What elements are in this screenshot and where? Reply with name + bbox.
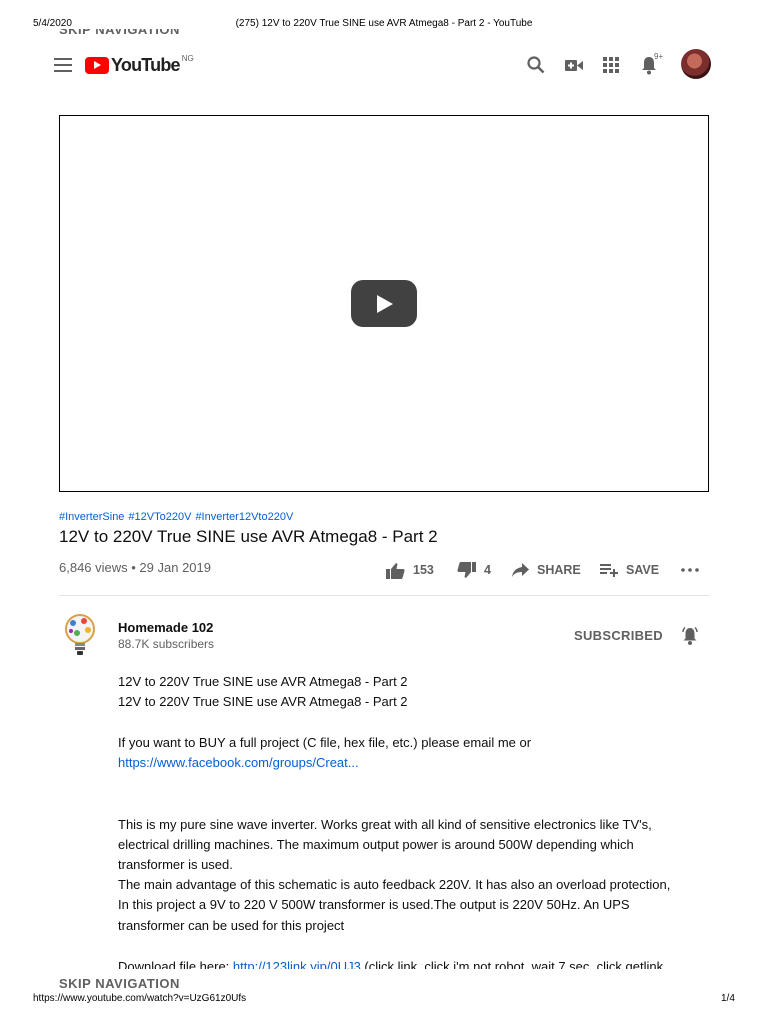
- description-line: The main advantage of this schematic is …: [118, 877, 671, 892]
- country-code: NG: [181, 53, 194, 63]
- description-line: electrical drilling machines. The maximu…: [118, 837, 634, 852]
- dislike-count: 4: [484, 563, 491, 577]
- share-button[interactable]: SHARE: [512, 560, 581, 580]
- description-buy-text: If you want to BUY a full project (C fil…: [118, 735, 532, 750]
- view-count-date: 6,846 views • 29 Jan 2019: [59, 560, 211, 575]
- subscriber-count: 88.7K subscribers: [118, 637, 215, 651]
- description-line: transformer can be used for this project: [118, 918, 345, 933]
- share-label: SHARE: [537, 563, 581, 577]
- save-button[interactable]: SAVE: [600, 560, 659, 580]
- like-button[interactable]: 153: [386, 560, 434, 580]
- skip-navigation-top: SKIP NAVIGATION: [59, 29, 180, 37]
- dislike-button[interactable]: 4: [457, 560, 491, 580]
- youtube-logo[interactable]: YouTube NG: [85, 54, 194, 76]
- hashtag-link[interactable]: #Inverter12Vto220V: [195, 511, 293, 523]
- more-actions-icon[interactable]: [681, 560, 699, 580]
- channel-avatar[interactable]: [60, 612, 100, 658]
- description-line: In this project a 9V to 220 V 500W trans…: [118, 897, 630, 912]
- notification-count: 9+: [654, 52, 664, 61]
- apps-icon[interactable]: [600, 54, 622, 76]
- skip-navigation-bottom[interactable]: SKIP NAVIGATION: [59, 976, 180, 988]
- print-url: https://www.youtube.com/watch?v=UzG61z0U…: [33, 993, 247, 1004]
- like-count: 153: [413, 563, 434, 577]
- print-page-number: 1/4: [721, 993, 735, 1004]
- hashtag-link[interactable]: #12VTo220V: [128, 511, 191, 523]
- search-icon[interactable]: [525, 54, 547, 76]
- video-title: 12V to 220V True SINE use AVR Atmega8 - …: [59, 527, 438, 546]
- play-button-icon[interactable]: [351, 280, 417, 327]
- description-line: 12V to 220V True SINE use AVR Atmega8 - …: [118, 674, 408, 689]
- channel-name[interactable]: Homemade 102: [118, 620, 213, 635]
- youtube-play-logo-icon: [85, 56, 109, 74]
- thumbs-up-icon: [386, 562, 405, 579]
- share-arrow-icon: [512, 563, 529, 577]
- description-line: This is my pure sine wave inverter. Work…: [118, 817, 652, 832]
- description-line: transformer is used.: [118, 857, 233, 872]
- download-line: Download file here: http://123link.vip/0…: [118, 957, 718, 969]
- download-suffix: (click link, click i'm not robot, wait 7…: [360, 959, 664, 969]
- hashtags: #InverterSine #12VTo220V #Inverter12Vto220…: [59, 511, 297, 523]
- notification-bell-ringing-icon[interactable]: [679, 625, 701, 647]
- hashtag-link[interactable]: #InverterSine: [59, 511, 124, 523]
- divider: [59, 595, 710, 596]
- create-video-icon[interactable]: [563, 54, 585, 76]
- description-line: 12V to 220V True SINE use AVR Atmega8 - …: [118, 694, 408, 709]
- menu-icon[interactable]: [52, 54, 74, 76]
- thumbs-down-icon: [457, 561, 476, 578]
- download-prefix: Download file here:: [118, 959, 233, 969]
- print-doc-title: (275) 12V to 220V True SINE use AVR Atme…: [235, 18, 533, 29]
- playlist-add-icon: [600, 564, 618, 577]
- download-link[interactable]: http://123link.vip/0UJ3: [233, 959, 361, 969]
- logo-text: YouTube: [111, 54, 181, 75]
- subscribed-button[interactable]: SUBSCRIBED: [574, 628, 663, 643]
- avatar[interactable]: [681, 49, 711, 79]
- facebook-group-link[interactable]: https://www.facebook.com/groups/Creat...: [118, 753, 698, 774]
- save-label: SAVE: [626, 563, 660, 577]
